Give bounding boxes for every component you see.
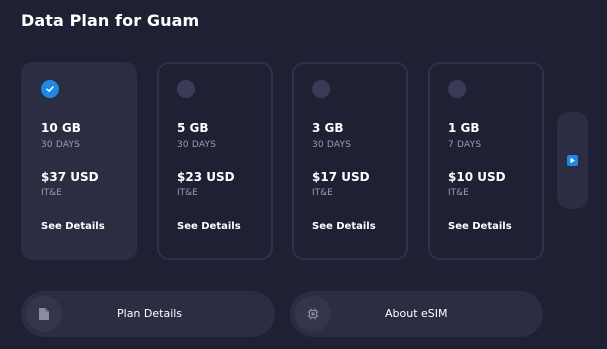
plan-data-amount: 1 GB bbox=[448, 121, 480, 135]
plan-card-3gb[interactable]: 3 GB 30 DAYS $17 USD IT&E See Details bbox=[292, 62, 408, 260]
plan-details-button[interactable]: Plan Details bbox=[21, 291, 275, 337]
page-title: Data Plan for Guam bbox=[21, 11, 200, 30]
plan-card-10gb[interactable]: 10 GB 30 DAYS $37 USD IT&E See Details bbox=[21, 62, 137, 260]
plan-price: $23 USD bbox=[177, 170, 235, 184]
plan-price: $37 USD bbox=[41, 170, 99, 184]
radio-unchecked-icon bbox=[448, 80, 466, 98]
document-icon bbox=[26, 296, 62, 332]
see-details-link[interactable]: See Details bbox=[448, 221, 512, 232]
plan-carrier: IT&E bbox=[448, 188, 469, 198]
radio-unchecked-icon bbox=[312, 80, 330, 98]
see-details-link[interactable]: See Details bbox=[177, 221, 241, 232]
plan-validity: 30 DAYS bbox=[41, 140, 81, 150]
plan-data-amount: 5 GB bbox=[177, 121, 209, 135]
next-plans-button[interactable] bbox=[557, 112, 588, 209]
about-esim-label: About eSIM bbox=[385, 307, 448, 320]
plan-carrier: IT&E bbox=[177, 188, 198, 198]
radio-unchecked-icon bbox=[177, 80, 195, 98]
plan-validity: 30 DAYS bbox=[177, 140, 217, 150]
plan-details-label: Plan Details bbox=[117, 307, 183, 320]
see-details-link[interactable]: See Details bbox=[41, 221, 105, 232]
plan-validity: 30 DAYS bbox=[312, 140, 352, 150]
checkmark-icon bbox=[41, 80, 59, 98]
plan-price: $17 USD bbox=[312, 170, 370, 184]
plan-carrier: IT&E bbox=[41, 188, 62, 198]
play-arrow-icon bbox=[567, 155, 578, 166]
plan-price: $10 USD bbox=[448, 170, 506, 184]
plan-data-amount: 10 GB bbox=[41, 121, 81, 135]
plan-data-amount: 3 GB bbox=[312, 121, 344, 135]
plan-card-1gb[interactable]: 1 GB 7 DAYS $10 USD IT&E See Details bbox=[428, 62, 544, 260]
plan-card-5gb[interactable]: 5 GB 30 DAYS $23 USD IT&E See Details bbox=[157, 62, 273, 260]
chip-icon bbox=[295, 296, 331, 332]
about-esim-button[interactable]: About eSIM bbox=[290, 291, 543, 337]
plan-validity: 7 DAYS bbox=[448, 140, 482, 150]
plan-carrier: IT&E bbox=[312, 188, 333, 198]
see-details-link[interactable]: See Details bbox=[312, 221, 376, 232]
